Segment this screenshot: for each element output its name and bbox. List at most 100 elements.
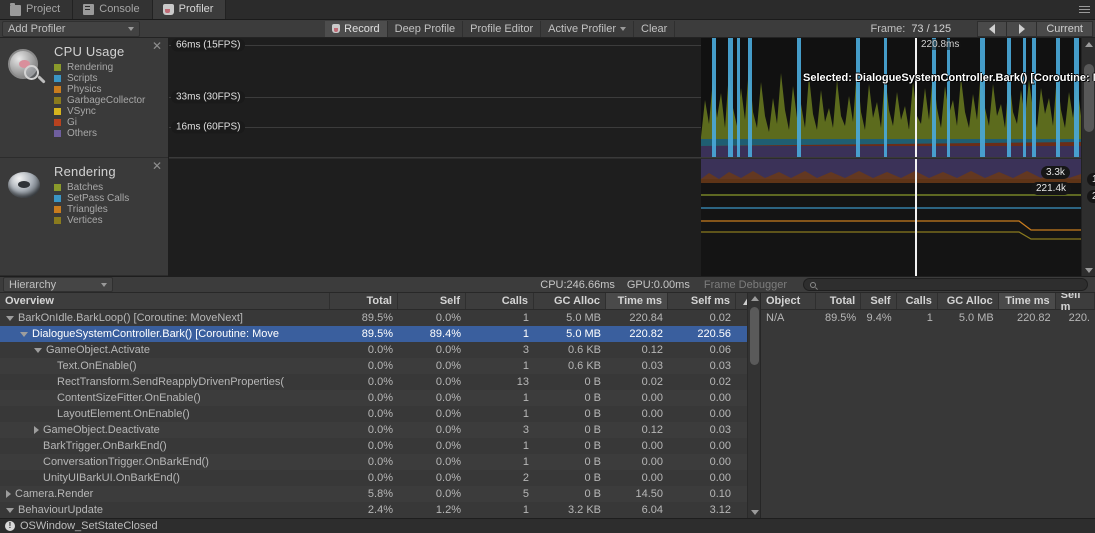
row-calls-cell: 13 <box>516 376 529 388</box>
rendering-value-triangles: 221.4k <box>1031 182 1072 195</box>
scroll-down-icon[interactable] <box>1082 264 1095 276</box>
column-header-self[interactable]: Self <box>861 293 897 309</box>
search-box[interactable] <box>802 278 1088 291</box>
table-row[interactable]: N/A 89.5% 9.4% 1 5.0 MB 220.82 220. <box>761 310 1095 326</box>
close-icon[interactable]: ✕ <box>152 40 162 52</box>
table-row[interactable]: Text.OnEnable() 0.0% 0.0% 1 0.6 KB 0.03 0.03 <box>0 358 760 374</box>
no-children-spacer <box>48 380 53 385</box>
expand-arrow-open-icon[interactable] <box>20 331 28 337</box>
table-row[interactable]: BarkOnIdle.BarkLoop() [Coroutine: MoveNe… <box>0 310 760 326</box>
table-row[interactable]: LayoutElement.OnEnable() 0.0% 0.0% 1 0 B 0.00… <box>0 406 760 422</box>
row-self-cell: 0.0% <box>435 344 461 356</box>
current-frame-button[interactable]: Current <box>1037 20 1093 37</box>
expand-arrow-open-icon[interactable] <box>6 315 14 321</box>
row-gc-cell: 5.0 MB <box>566 328 601 340</box>
record-button[interactable]: Record <box>325 20 388 37</box>
window-menu-icon[interactable] <box>1073 0 1095 19</box>
hierarchy-toolbar: Hierarchy CPU:246.66ms GPU:0.00ms Frame … <box>0 276 1095 293</box>
row-object-cell: N/A <box>766 312 785 324</box>
view-mode-dropdown[interactable]: Hierarchy <box>3 277 113 292</box>
hierarchy-table-scrollbar[interactable] <box>747 293 760 518</box>
rendering-chart[interactable]: 3.3k 221.4k 1.1k 293.5k 1.00 GB <box>169 159 1095 276</box>
column-header-self[interactable]: Self <box>398 293 466 309</box>
scroll-up-icon[interactable] <box>1082 38 1095 50</box>
add-profiler-dropdown[interactable]: Add Profiler <box>2 20 140 37</box>
column-header-gc-alloc[interactable]: GC Alloc <box>534 293 606 309</box>
column-header-calls[interactable]: Calls <box>897 293 938 309</box>
legend-swatch <box>54 195 61 202</box>
close-icon[interactable]: ✕ <box>152 160 162 172</box>
scroll-up-icon[interactable] <box>748 293 760 304</box>
console-icon <box>83 4 95 15</box>
table-row[interactable]: DialogueSystemController.Bark() [Corouti… <box>0 326 760 342</box>
row-gc-cell: 0 B <box>584 408 601 420</box>
column-header-object[interactable]: Object <box>761 293 816 309</box>
no-children-spacer <box>34 444 39 449</box>
clear-button[interactable]: Clear <box>634 20 676 37</box>
profiler-toolbar: Add Profiler Record Deep Profile Profile… <box>0 20 1095 38</box>
legend-item: Gi <box>54 117 162 128</box>
row-calls-cell: 1 <box>926 312 933 324</box>
profile-editor-button[interactable]: Profile Editor <box>463 20 542 37</box>
column-header-total[interactable]: Total <box>330 293 398 309</box>
table-row[interactable]: Camera.Render 5.8% 0.0% 5 0 B 14.50 0.10 <box>0 486 760 502</box>
table-row[interactable]: ConversationTrigger.OnBarkEnd() 0.0% 0.0% 1… <box>0 454 760 470</box>
module-cpu-title: CPU Usage <box>54 44 125 59</box>
previous-frame-button[interactable] <box>977 20 1008 37</box>
column-header-gc-alloc[interactable]: GC Alloc <box>938 293 999 309</box>
row-calls-cell: 1 <box>522 328 529 340</box>
row-selfms-cell: 0.00 <box>709 440 731 452</box>
row-gc-cell: 0 B <box>584 488 601 500</box>
column-header-time-ms[interactable]: Time ms <box>998 293 1056 309</box>
profiler-charts: 66ms (15FPS) 33ms (30FPS) 16ms (60FPS) 2… <box>169 38 1095 276</box>
row-selfms-cell: 0.02 <box>709 312 731 324</box>
legend-label: VSync <box>67 106 96 117</box>
frame-debugger-button[interactable]: Frame Debugger <box>704 279 787 291</box>
legend-item: Scripts <box>54 73 162 84</box>
next-frame-button[interactable] <box>1007 20 1038 37</box>
deep-profile-button[interactable]: Deep Profile <box>388 20 464 37</box>
column-header-overview[interactable]: Overview <box>0 293 330 309</box>
row-total-cell: 0.0% <box>367 472 393 484</box>
expand-arrow-closed-icon[interactable] <box>6 490 11 498</box>
scroll-down-icon[interactable] <box>748 507 760 518</box>
row-calls-cell: 2 <box>522 472 529 484</box>
column-header-calls[interactable]: Calls <box>466 293 534 309</box>
column-header-self-ms[interactable]: Self m <box>1056 293 1095 313</box>
row-gc-cell: 0 B <box>584 392 601 404</box>
hierarchy-table-body: BarkOnIdle.BarkLoop() [Coroutine: MoveNe… <box>0 310 760 518</box>
table-row[interactable]: BarkTrigger.OnBarkEnd() 0.0% 0.0% 1 0 B 0.00 0… <box>0 438 760 454</box>
scrollbar-thumb[interactable] <box>750 307 759 365</box>
table-row[interactable]: BehaviourUpdate 2.4% 1.2% 1 3.2 KB 6.04 3.12 <box>0 502 760 518</box>
rendering-frame-marker[interactable] <box>915 159 917 276</box>
no-children-spacer <box>48 364 53 369</box>
profile-editor-label: Profile Editor <box>470 22 534 35</box>
table-row[interactable]: UnityUIBarkUI.OnBarkEnd() 0.0% 0.0% 2 0 B 0.0… <box>0 470 760 486</box>
tab-profiler[interactable]: Profiler <box>152 0 227 19</box>
row-self-cell: 0.0% <box>435 408 461 420</box>
chevron-down-icon <box>128 26 134 31</box>
table-row[interactable]: ContentSizeFitter.OnEnable() 0.0% 0.0% 1 0 B… <box>0 390 760 406</box>
table-row[interactable]: GameObject.Deactivate 0.0% 0.0% 3 0 B 0.12 0.0… <box>0 422 760 438</box>
tab-project[interactable]: Project <box>0 0 74 19</box>
table-row[interactable]: GameObject.Activate 0.0% 0.0% 3 0.6 KB 0.12 0.… <box>0 342 760 358</box>
selected-frame-marker[interactable] <box>915 38 917 157</box>
search-input[interactable] <box>819 279 1081 290</box>
module-cpu-usage[interactable]: ✕ CPU Usage Rendering Scripts Physics Ga… <box>0 38 168 158</box>
expand-arrow-open-icon[interactable] <box>6 507 14 513</box>
rendering-icon <box>6 168 48 210</box>
expand-arrow-closed-icon[interactable] <box>34 426 39 434</box>
tab-console[interactable]: Console <box>73 0 153 19</box>
active-profiler-dropdown[interactable]: Active Profiler <box>541 20 635 37</box>
table-row[interactable]: RectTransform.SendReapplyDrivenPropertie… <box>0 374 760 390</box>
row-label: BarkTrigger.OnBarkEnd() <box>43 440 167 452</box>
module-rendering[interactable]: ✕ Rendering Batches SetPass Calls Triang… <box>0 158 168 276</box>
legend-item: Physics <box>54 84 162 95</box>
cpu-usage-chart[interactable]: 66ms (15FPS) 33ms (30FPS) 16ms (60FPS) 2… <box>169 38 1081 158</box>
column-header-total[interactable]: Total <box>816 293 862 309</box>
column-header-time-ms[interactable]: Time ms <box>606 293 668 309</box>
status-bar[interactable]: ! OSWindow_SetStateClosed <box>0 518 1095 533</box>
column-header-self-ms[interactable]: Self ms <box>668 293 736 309</box>
row-label: GameObject.Activate <box>46 344 150 356</box>
expand-arrow-open-icon[interactable] <box>34 347 42 353</box>
